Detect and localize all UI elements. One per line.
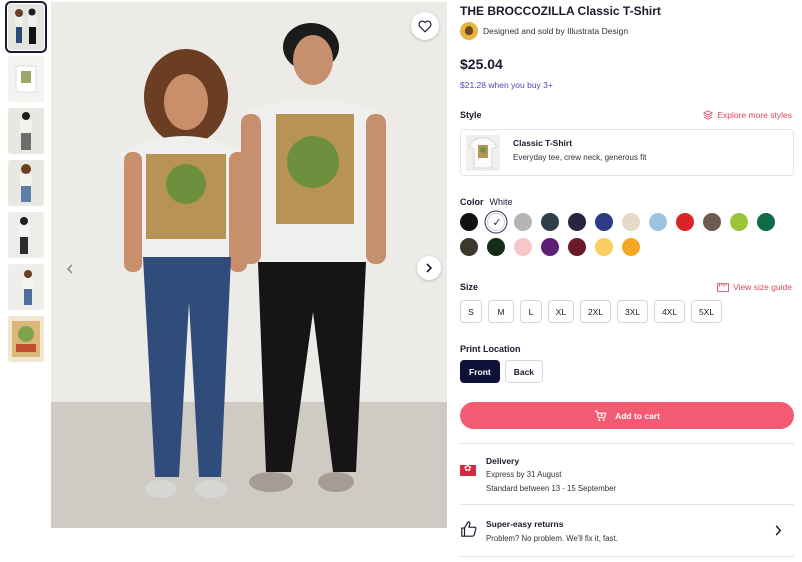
- style-selector-card[interactable]: Classic T-Shirt Everyday tee, crew neck,…: [460, 129, 794, 176]
- ruler-icon: [717, 282, 730, 292]
- size-guide-link[interactable]: View size guide: [717, 282, 792, 292]
- size-option[interactable]: 5XL: [691, 300, 722, 323]
- size-option[interactable]: M: [488, 300, 514, 323]
- thumbnail-man-image: [8, 108, 44, 154]
- style-name: Classic T-Shirt: [513, 138, 573, 148]
- size-label: Size: [460, 282, 479, 292]
- chevron-left-icon: [66, 264, 73, 274]
- chevron-right-icon: [426, 263, 433, 273]
- color-swatch[interactable]: [622, 213, 640, 231]
- color-swatch[interactable]: [514, 213, 532, 231]
- thumbnail-6[interactable]: [8, 264, 44, 310]
- returns-chevron-icon[interactable]: [774, 523, 782, 539]
- thumbnail-1[interactable]: [5, 1, 47, 53]
- bulk-price-offer: $21.28 when you buy 3+: [460, 80, 553, 90]
- add-to-cart-label: Add to cart: [615, 410, 660, 421]
- size-option[interactable]: 3XL: [617, 300, 648, 323]
- thumbnail-folded-shirt-image: [8, 56, 44, 102]
- color-swatch[interactable]: [649, 213, 667, 231]
- explore-styles-label: Explore more styles: [717, 110, 792, 120]
- color-swatch[interactable]: [514, 238, 532, 256]
- cart-icon: [594, 410, 607, 421]
- color-swatch[interactable]: [460, 238, 478, 256]
- thumbnail-artwork-image: [8, 316, 44, 362]
- color-swatch[interactable]: [595, 238, 613, 256]
- thumbnail-strip: [5, 1, 47, 368]
- color-swatch[interactable]: [730, 213, 748, 231]
- thumbnail-walking-image: [8, 264, 44, 310]
- color-swatch[interactable]: [487, 238, 505, 256]
- color-swatch[interactable]: [460, 213, 478, 231]
- thumbnail-2[interactable]: [8, 56, 44, 102]
- size-option[interactable]: 2XL: [580, 300, 611, 323]
- color-swatch[interactable]: [676, 213, 694, 231]
- color-swatch[interactable]: [541, 238, 559, 256]
- color-label: Color: [460, 197, 484, 207]
- explore-styles-link[interactable]: Explore more styles: [703, 110, 792, 120]
- color-swatches: [460, 213, 796, 256]
- print-location-label: Print Location: [460, 344, 521, 354]
- size-option[interactable]: 4XL: [654, 300, 685, 323]
- selected-color-name: White: [489, 197, 513, 207]
- previous-image-button[interactable]: [61, 260, 79, 278]
- thumbnail-5[interactable]: [8, 212, 44, 258]
- flag-icon: [460, 463, 476, 476]
- product-title: THE BROCCOZILLA Classic T-Shirt: [460, 4, 661, 18]
- heart-icon: [418, 20, 432, 33]
- delivery-title: Delivery: [486, 456, 520, 466]
- style-label: Style: [460, 110, 482, 120]
- thumbnail-3[interactable]: [8, 108, 44, 154]
- thumbs-up-icon: [461, 521, 477, 537]
- color-heading: Color White: [460, 197, 513, 207]
- size-guide-label: View size guide: [733, 282, 792, 292]
- thumbnail-woman-image: [8, 160, 44, 206]
- print-location-front[interactable]: Front: [460, 360, 500, 383]
- product-price: $25.04: [460, 56, 503, 72]
- style-description: Everyday tee, crew neck, generous fit: [513, 153, 647, 162]
- delivery-express: Express by 31 August: [486, 470, 562, 479]
- delivery-standard: Standard between 13 - 15 September: [486, 484, 617, 493]
- models-photo: [51, 2, 447, 528]
- size-option[interactable]: XL: [548, 300, 574, 323]
- next-image-button[interactable]: [417, 256, 441, 280]
- returns-title: Super-easy returns: [486, 519, 564, 529]
- color-swatch[interactable]: [757, 213, 775, 231]
- divider: [460, 556, 794, 557]
- size-option[interactable]: S: [460, 300, 482, 323]
- color-swatch[interactable]: [622, 238, 640, 256]
- chevron-right-icon: [775, 525, 782, 536]
- seller-info[interactable]: Designed and sold by Illustrata Design: [460, 22, 628, 40]
- color-swatch[interactable]: [595, 213, 613, 231]
- thumbnail-side-image: [8, 212, 44, 258]
- divider: [460, 504, 794, 505]
- thumbnail-4[interactable]: [8, 160, 44, 206]
- size-option[interactable]: L: [520, 300, 542, 323]
- add-to-cart-button[interactable]: Add to cart: [460, 402, 794, 429]
- divider: [460, 443, 794, 444]
- color-swatch[interactable]: [568, 213, 586, 231]
- color-swatch[interactable]: [487, 213, 506, 232]
- style-thumbnail: [466, 134, 500, 171]
- thumbnail-7[interactable]: [8, 316, 44, 362]
- returns-description: Problem? No problem. We'll fix it, fast.: [486, 534, 618, 543]
- seller-avatar: [460, 22, 478, 40]
- color-swatch[interactable]: [703, 213, 721, 231]
- product-image: [51, 2, 447, 528]
- print-location-options: Front Back: [460, 360, 544, 383]
- thumbnail-couple-image: [8, 4, 44, 50]
- color-swatch[interactable]: [541, 213, 559, 231]
- color-swatch[interactable]: [568, 238, 586, 256]
- layers-icon: [703, 110, 714, 120]
- tshirt-icon: [468, 137, 498, 168]
- size-options: S M L XL 2XL 3XL 4XL 5XL: [460, 300, 722, 323]
- print-location-back[interactable]: Back: [504, 360, 544, 383]
- seller-text: Designed and sold by Illustrata Design: [483, 26, 629, 36]
- favorite-button[interactable]: [411, 12, 439, 40]
